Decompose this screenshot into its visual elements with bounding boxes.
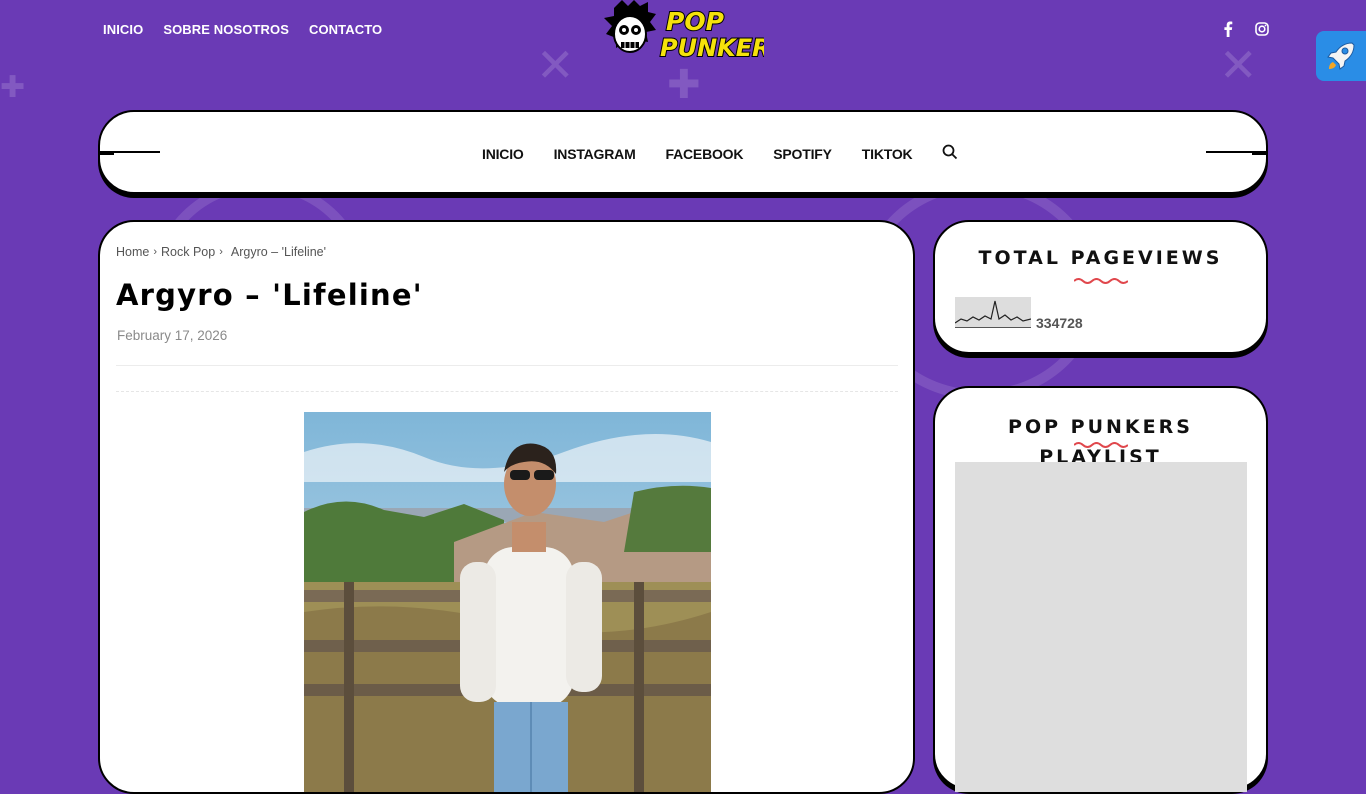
search-icon[interactable] <box>942 144 958 163</box>
nav-deco-tick <box>1252 153 1266 163</box>
post-date: February 17, 2026 <box>117 328 228 343</box>
main-nav-instagram[interactable]: INSTAGRAM <box>554 146 636 162</box>
top-nav: INICIO SOBRE NOSOTROS CONTACTO <box>103 22 382 37</box>
site-logo[interactable]: POP PUNKERS <box>604 0 789 70</box>
chevron-right-icon: › <box>153 246 158 258</box>
playlist-embed[interactable] <box>955 462 1247 792</box>
bg-cross-deco: ✕ <box>536 38 575 92</box>
logo-text-punkers: PUNKERS <box>660 34 764 62</box>
main-nav-facebook[interactable]: FACEBOOK <box>666 146 744 162</box>
divider <box>116 391 898 392</box>
post-title: Argyro – 'Lifeline' <box>116 278 423 312</box>
main-nav-spotify[interactable]: SPOTIFY <box>773 146 832 162</box>
facebook-icon[interactable] <box>1219 20 1237 38</box>
rocket-button[interactable] <box>1316 31 1366 81</box>
breadcrumb-current: Argyro – 'Lifeline' <box>230 245 326 259</box>
top-nav-inicio[interactable]: INICIO <box>103 22 143 37</box>
logo-text-pop: POP <box>666 7 724 36</box>
playlist-widget: POP PUNKERS PLAYLIST <box>933 386 1268 792</box>
breadcrumb: Home › Rock Pop › Argyro – 'Lifeline' <box>116 245 326 259</box>
squiggle-deco <box>1074 442 1128 448</box>
rocket-icon <box>1327 42 1355 70</box>
bg-plus-deco: ✚ <box>0 70 26 105</box>
breadcrumb-category[interactable]: Rock Pop <box>161 245 215 259</box>
top-nav-contacto[interactable]: CONTACTO <box>309 22 382 37</box>
main-nav-inicio[interactable]: INICIO <box>482 146 524 162</box>
pageviews-count: 334728 <box>1036 315 1083 331</box>
main-nav-tiktok[interactable]: TIKTOK <box>862 146 913 162</box>
bg-cross-deco: ✕ <box>1219 38 1258 92</box>
pageviews-widget: TOTAL PAGEVIEWS 334728 <box>933 220 1268 354</box>
widget-title: TOTAL PAGEVIEWS <box>978 247 1223 269</box>
breadcrumb-home[interactable]: Home <box>116 245 149 259</box>
chevron-right-icon: › <box>219 246 223 258</box>
main-nav: INICIO INSTAGRAM FACEBOOK SPOTIFY TIKTOK <box>98 110 1268 194</box>
nav-deco-tick <box>100 153 114 163</box>
pageviews-sparkline <box>954 297 1032 328</box>
top-nav-sobre-nosotros[interactable]: SOBRE NOSOTROS <box>163 22 289 37</box>
divider <box>116 365 898 366</box>
squiggle-deco <box>1074 278 1128 284</box>
post-content-card: Home › Rock Pop › Argyro – 'Lifeline' Ar… <box>98 220 915 794</box>
instagram-icon[interactable] <box>1253 20 1271 38</box>
post-featured-image <box>304 412 711 792</box>
